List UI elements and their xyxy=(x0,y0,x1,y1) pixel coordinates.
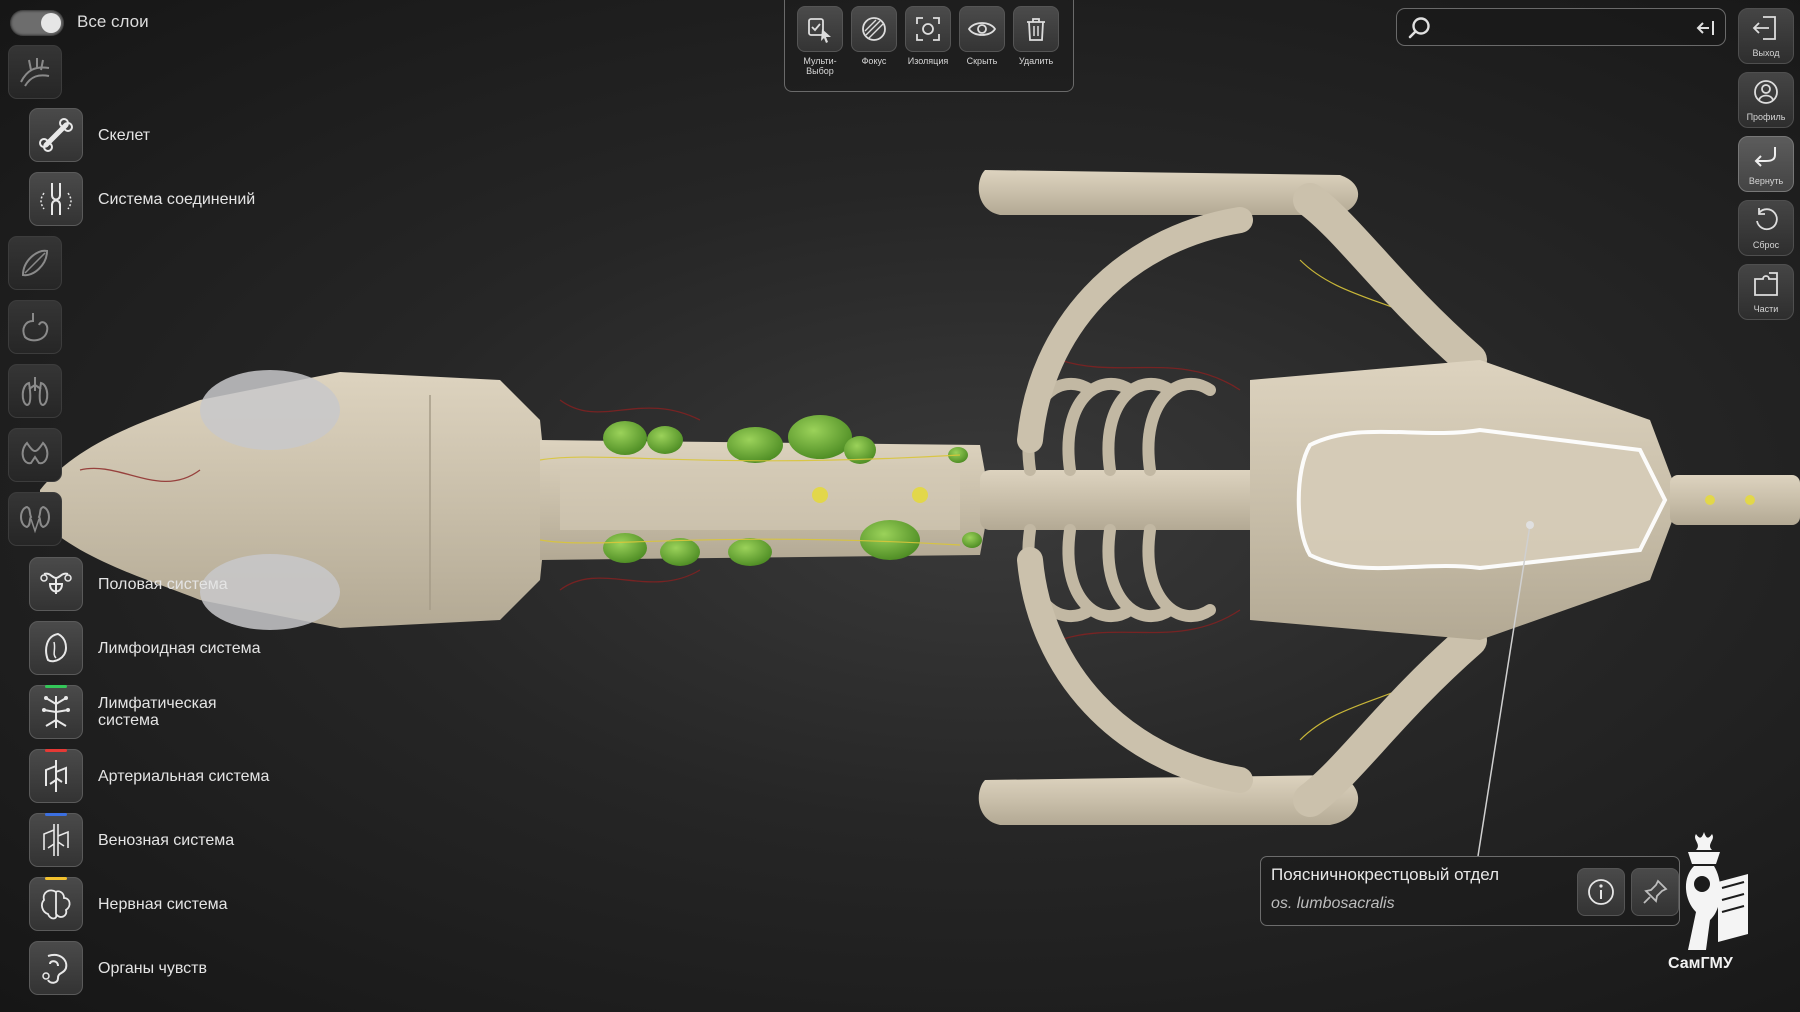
multi-select-icon xyxy=(808,18,831,43)
reset-icon xyxy=(1756,208,1778,231)
hide-tool[interactable]: Скрыть xyxy=(959,6,1005,66)
bone-icon xyxy=(39,118,73,152)
exit-icon xyxy=(1752,16,1776,40)
layer-skeleton-label: Скелет xyxy=(98,127,151,144)
profile-icon xyxy=(1754,80,1778,104)
uterus-icon xyxy=(40,572,72,594)
layer-venous-label: Венозная система xyxy=(98,832,235,849)
muscle-icon xyxy=(21,249,49,277)
isolate-label: Изоляция xyxy=(907,56,949,66)
layer-senses-label: Органы чувств xyxy=(98,960,207,977)
layer-endocrine-button[interactable] xyxy=(8,428,62,482)
enter-icon[interactable] xyxy=(1695,18,1717,38)
isolate-icon xyxy=(916,17,940,41)
callout-anchor xyxy=(1526,521,1534,529)
artery-icon xyxy=(45,760,67,792)
hide-label: Скрыть xyxy=(966,56,998,66)
top-toolbar: Мульти-Выбор Фокус Изоляция Скрыть Удали… xyxy=(784,0,1074,92)
parts-icon xyxy=(1754,272,1778,296)
selection-latin-name: os. lumbosacralis xyxy=(1271,895,1395,912)
layer-joints-button[interactable] xyxy=(29,172,83,226)
reset-button[interactable]: Сброс xyxy=(1738,200,1794,256)
layer-senses-button[interactable] xyxy=(29,941,83,995)
thyroid-icon xyxy=(21,441,49,465)
trash-icon xyxy=(1027,18,1045,41)
venous-color-stripe xyxy=(45,813,67,816)
layer-reproductive-label: Половая система xyxy=(98,576,228,593)
layer-lymphatic-label: Лимфатическая система xyxy=(98,695,217,729)
nervous-color-stripe xyxy=(45,877,67,880)
isolate-tool[interactable]: Изоляция xyxy=(905,6,951,66)
layer-nervous-label: Нервная система xyxy=(98,896,228,913)
layer-lymphoid-button[interactable] xyxy=(29,621,83,675)
parts-button[interactable]: Части xyxy=(1738,264,1794,320)
multi-select-tool[interactable]: Мульти-Выбор xyxy=(797,6,843,76)
undo-label: Вернуть xyxy=(1748,176,1784,186)
parts-label: Части xyxy=(1753,304,1779,314)
multi-select-label: Мульти-Выбор xyxy=(803,56,837,76)
vein-icon xyxy=(43,824,69,856)
sense-organs-icon xyxy=(42,954,68,984)
layer-nervous-button[interactable] xyxy=(29,877,83,931)
search-box xyxy=(1396,8,1726,46)
selection-name: Пояснично­крестцовый отдел xyxy=(1271,865,1500,884)
samgmu-logo-icon xyxy=(1685,832,1748,950)
layer-lymphoid-label: Лимфоидная система xyxy=(98,640,261,657)
search-input[interactable] xyxy=(1441,15,1685,41)
undo-icon xyxy=(1754,147,1776,167)
selection-callout: Пояснично­крестцовый отдел os. lumbosacr… xyxy=(1260,856,1680,926)
layer-joints-label: Система соединений xyxy=(98,191,256,208)
info-icon xyxy=(1588,879,1614,905)
all-layers-label: Все слои xyxy=(77,12,149,31)
lumbosacral-region-highlight[interactable] xyxy=(1296,427,1668,571)
delete-label: Удалить xyxy=(1018,56,1054,66)
focus-tool[interactable]: Фокус xyxy=(851,6,897,66)
layer-skin-button[interactable] xyxy=(8,45,62,99)
brand-name: СамГМУ xyxy=(1668,955,1733,972)
layer-arterial-label: Артериальная система xyxy=(98,768,270,785)
layer-venous-button[interactable] xyxy=(29,813,83,867)
layer-muscles-button[interactable] xyxy=(8,236,62,290)
all-layers-toggle[interactable] xyxy=(10,10,64,36)
info-button[interactable] xyxy=(1577,868,1625,916)
lungs-icon xyxy=(21,377,49,407)
exit-button[interactable]: Выход xyxy=(1738,8,1794,64)
profile-label: Профиль xyxy=(1746,112,1786,122)
layer-respiratory-button[interactable] xyxy=(8,364,62,418)
hide-eye-icon xyxy=(967,22,997,36)
focus-icon xyxy=(862,17,886,41)
search-icon[interactable] xyxy=(1407,15,1433,41)
spleen-icon xyxy=(45,632,68,663)
tail-vertebrae[interactable] xyxy=(1670,475,1800,525)
undo-button[interactable]: Вернуть xyxy=(1738,136,1794,192)
layer-reproductive-button[interactable] xyxy=(29,557,83,611)
reset-label: Сброс xyxy=(1752,240,1780,250)
skin-icon xyxy=(20,58,50,87)
layer-skeleton-button[interactable] xyxy=(29,108,83,162)
layer-lymphatic-button[interactable] xyxy=(29,685,83,739)
focus-label: Фокус xyxy=(861,56,887,66)
layer-arterial-button[interactable] xyxy=(29,749,83,803)
joint-icon xyxy=(40,183,72,215)
profile-button[interactable]: Профиль xyxy=(1738,72,1794,128)
lymphatic-color-stripe xyxy=(45,685,67,688)
arterial-color-stripe xyxy=(45,749,67,752)
layer-digestive-button[interactable] xyxy=(8,300,62,354)
delete-tool[interactable]: Удалить xyxy=(1013,6,1059,66)
kidneys-icon xyxy=(20,505,50,534)
exit-label: Выход xyxy=(1752,48,1780,58)
layer-urinary-button[interactable] xyxy=(8,492,62,546)
toggle-knob xyxy=(41,13,61,33)
brain-icon xyxy=(41,889,71,920)
stomach-icon xyxy=(22,313,49,342)
lymph-tree-icon xyxy=(42,696,70,728)
